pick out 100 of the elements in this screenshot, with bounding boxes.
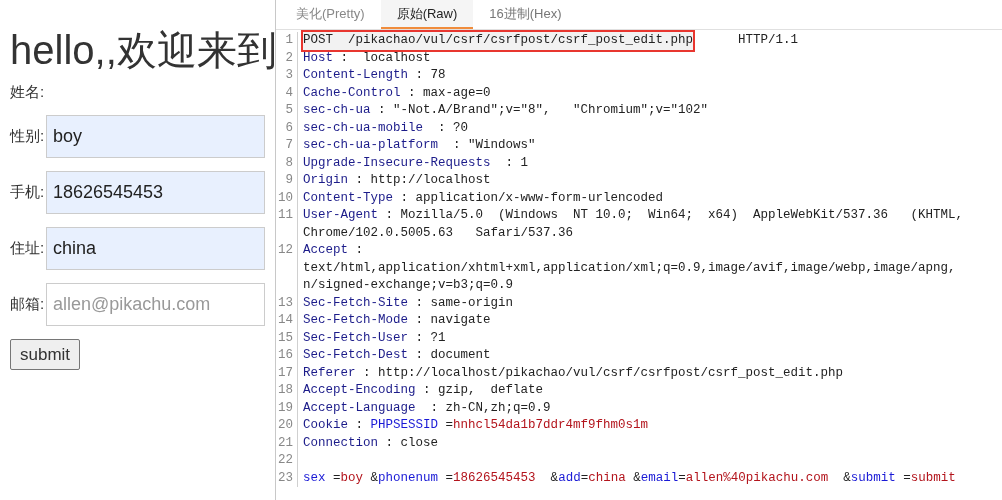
code-text: =	[678, 469, 686, 487]
header-name: Origin	[303, 172, 348, 189]
field-label: 邮箱:	[10, 294, 46, 315]
code-text: : http://localhost	[354, 172, 491, 189]
header-name: Host	[303, 49, 333, 67]
line-number: 13	[276, 294, 298, 312]
parameter-value: boy	[340, 469, 364, 487]
header-name: Cache-Control	[303, 84, 401, 102]
code-text: : application/x-www-form-urlencoded	[399, 189, 664, 207]
code-text: : document	[414, 347, 491, 364]
code-text: =	[332, 469, 341, 487]
line-number: 3	[276, 67, 298, 85]
code-text: : navigate	[414, 312, 491, 329]
line-number: 23	[276, 469, 298, 487]
code-text: =	[580, 469, 589, 487]
line-number: 16	[276, 347, 298, 365]
code-text: n/signed-exchange;v=b3;q=0.9	[303, 277, 515, 294]
header-name: sec-ch-ua	[303, 102, 371, 119]
input-field[interactable]: china	[46, 227, 265, 270]
code-text: :	[354, 417, 365, 434]
line-number: 18	[276, 382, 298, 400]
header-name: Connection	[303, 434, 378, 452]
line-number: 21	[276, 434, 298, 452]
header-name: Sec-Fetch-Dest	[303, 347, 409, 364]
parameter-name: phonenum	[378, 469, 439, 487]
input-field[interactable]: 18626545453	[46, 171, 265, 214]
parameter-value: china	[588, 469, 626, 487]
tab[interactable]: 美化(Pretty)	[280, 0, 381, 29]
code-text: : ?1	[414, 329, 446, 347]
parameter-value: submit	[910, 469, 956, 487]
header-name: Cookie	[303, 417, 348, 434]
code-text: =	[902, 469, 911, 487]
field-label: 住址:	[10, 238, 46, 259]
parameter-value: allen%40pikachu.com	[685, 469, 829, 487]
code-text: : 78	[414, 67, 446, 84]
header-name: Sec-Fetch-User	[303, 329, 409, 347]
line-number: 10	[276, 189, 298, 207]
header-name: Sec-Fetch-Mode	[303, 312, 409, 329]
parameter-name: add	[558, 469, 581, 487]
line-number: 4	[276, 84, 298, 102]
field-label: 姓名:	[10, 82, 46, 102]
field-label: 手机:	[10, 182, 46, 203]
header-name: sec-ch-ua-platform	[303, 137, 439, 154]
line-number: 15	[276, 329, 298, 347]
input-field[interactable]: boy	[46, 115, 265, 158]
line-number: 8	[276, 154, 298, 172]
header-name: User-Agent	[303, 207, 378, 224]
code-text: : "-Not.A/Brand";v="8", "Chromium";v="102"	[377, 102, 709, 119]
tab[interactable]: 原始(Raw)	[380, 0, 474, 29]
code-text: text/html,application/xhtml+xml,application/xml;q=0.9,image/avif,image/webp,image/apng,	[303, 259, 956, 277]
input-field[interactable]: allen@pikachu.com	[46, 283, 265, 326]
header-name: Sec-Fetch-Site	[303, 294, 409, 312]
code-text: &	[632, 469, 641, 487]
code-text: &	[369, 469, 379, 487]
header-name: Referer	[303, 364, 356, 382]
header-name: Content-Length	[303, 67, 409, 84]
parameter-value: 18626545453	[453, 469, 536, 487]
code-text: =	[444, 469, 454, 487]
code-text: : gzip, deflate	[422, 382, 544, 399]
line-number: 5	[276, 102, 298, 120]
line-number: 7	[276, 137, 298, 155]
line-number: 22	[276, 452, 298, 470]
code-text: : same-origin	[414, 294, 514, 312]
header-name: Accept-Language	[303, 399, 416, 417]
code-text: :	[354, 242, 364, 259]
code-text: : max-age=0	[407, 84, 491, 102]
line-number: 14	[276, 312, 298, 330]
code-text: &	[842, 469, 851, 487]
line-number: 17	[276, 364, 298, 382]
line-number: 2	[276, 49, 298, 67]
line-number: 1	[276, 32, 298, 50]
parameter-name: email	[640, 469, 679, 487]
line-number: 9	[276, 172, 298, 190]
tab[interactable]: 16进制(Hex)	[473, 0, 578, 29]
parameter-value: hnhcl54da1b7ddr4mf9fhm0s1m	[453, 417, 649, 434]
code-text: : close	[384, 434, 439, 452]
header-name: Content-Type	[303, 189, 393, 207]
line-number: 12	[276, 242, 298, 295]
code-text: : "Windows"	[452, 137, 536, 154]
line-number: 6	[276, 119, 298, 137]
code-text: HTTP/1.1	[737, 32, 799, 49]
parameter-name: submit	[850, 469, 896, 487]
field-label: 性别:	[10, 126, 46, 147]
code-text: Chrome/102.0.5005.63 Safari/537.36	[303, 224, 575, 242]
line-number: 11	[276, 207, 298, 242]
code-text: : zh-CN,zh;q=0.9	[429, 399, 551, 417]
header-name: Accept	[303, 242, 348, 259]
header-name: Accept-Encoding	[303, 382, 416, 399]
parameter-name: PHPSESSID	[370, 417, 439, 434]
submit-button[interactable]: submit	[10, 339, 81, 370]
header-name: Upgrade-Insecure-Requests	[303, 154, 491, 172]
code-text: : http://localhost/pikachao/vul/csrf/csrfpost/csrf_post_edit.php	[362, 364, 844, 382]
code-text: =	[444, 417, 454, 434]
code-text: : ?0	[437, 119, 469, 137]
code-text: : localhost	[339, 49, 431, 67]
page-heading: hello,,欢迎来到	[10, 27, 275, 74]
line-number: 19	[276, 399, 298, 417]
parameter-name: sex	[303, 469, 326, 487]
code-text: &	[549, 469, 559, 487]
code-text: : 1	[504, 154, 529, 172]
